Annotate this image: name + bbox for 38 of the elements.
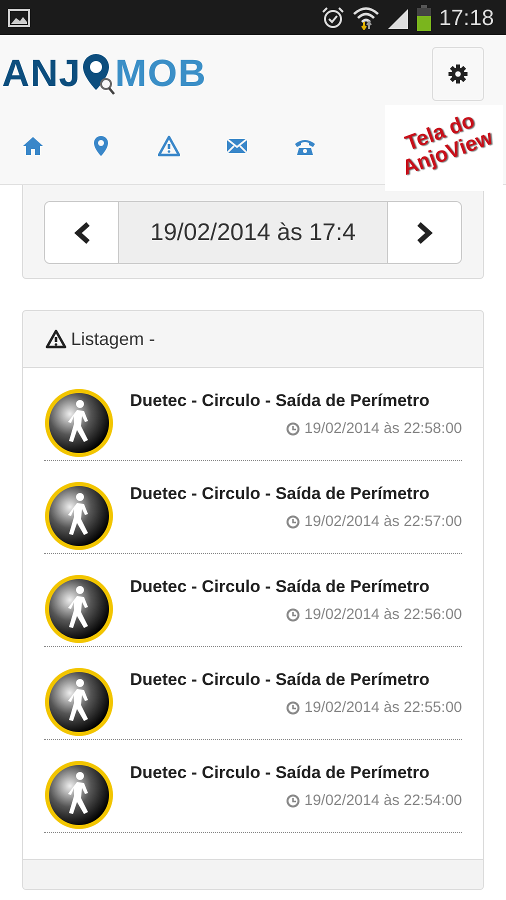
- app-logo: ANJ MOB: [2, 52, 207, 96]
- clock-icon: [286, 794, 300, 808]
- clock-icon: [286, 608, 300, 622]
- warning-icon[interactable]: [158, 135, 180, 157]
- panel-title: Listagem -: [71, 328, 156, 351]
- chevron-right-icon: [416, 222, 432, 244]
- walking-person-icon: [44, 481, 114, 551]
- alert-title[interactable]: Duetec - Circulo - Saída de Perímetro: [130, 481, 462, 506]
- warning-icon: [45, 329, 67, 349]
- walking-person-icon: [44, 574, 114, 644]
- alert-title[interactable]: Duetec - Circulo - Saída de Perímetro: [130, 667, 462, 692]
- clock-time: 17:18: [438, 6, 494, 28]
- walking-person-icon: [44, 760, 114, 830]
- home-icon[interactable]: [22, 135, 44, 157]
- walking-person-icon: [44, 667, 114, 737]
- gear-icon: [448, 64, 468, 84]
- alert-time: 19/02/2014 às 22:54:00: [304, 790, 462, 810]
- clock-icon: [286, 422, 300, 436]
- wifi-icon: [352, 6, 379, 30]
- picture-icon: [8, 8, 30, 26]
- alert-title[interactable]: Duetec - Circulo - Saída de Perímetro: [130, 388, 462, 414]
- next-button[interactable]: [388, 202, 461, 263]
- chevron-left-icon: [74, 222, 90, 244]
- alarm-icon: [320, 6, 345, 30]
- battery-icon: [416, 4, 431, 30]
- alert-time: 19/02/2014 às 22:58:00: [304, 418, 462, 438]
- alert-time: 19/02/2014 às 22:56:00: [304, 604, 462, 624]
- previous-button[interactable]: [45, 202, 118, 263]
- signal-icon: [386, 6, 409, 28]
- alert-title[interactable]: Duetec - Circulo - Saída de Perímetro: [130, 574, 462, 600]
- clock-icon: [286, 514, 300, 529]
- clock-icon: [286, 700, 300, 715]
- alert-title[interactable]: Duetec - Circulo - Saída de Perímetro: [130, 760, 462, 786]
- alert-time: 19/02/2014 às 22:55:00: [304, 698, 462, 718]
- date-field[interactable]: 19/02/2014 às 17:4: [118, 202, 388, 263]
- settings-button[interactable]: [432, 47, 484, 101]
- alert-time: 19/02/2014 às 22:57:00: [304, 512, 462, 532]
- walking-person-icon: [44, 388, 114, 458]
